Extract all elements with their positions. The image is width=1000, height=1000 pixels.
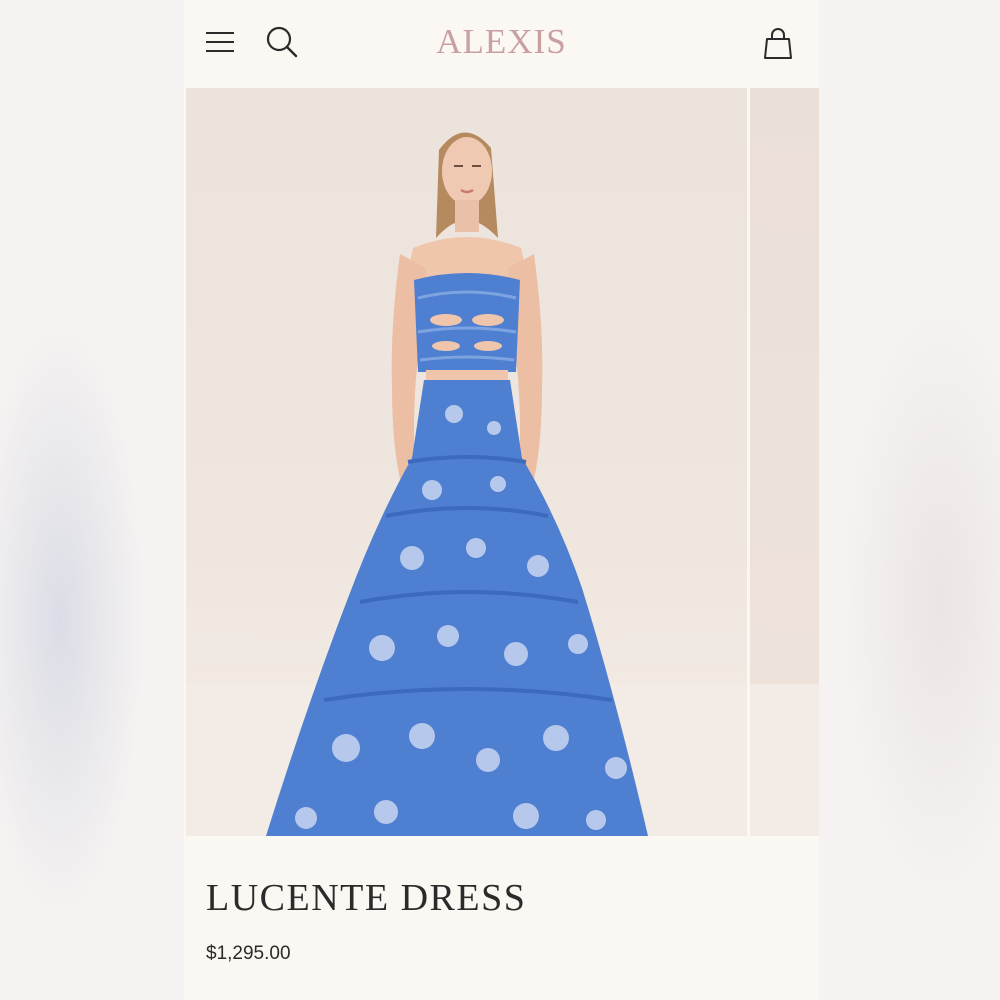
next-product-image[interactable] [750,88,819,836]
site-header: ALEXIS [184,0,819,88]
brand-logo[interactable]: ALEXIS [184,22,819,62]
product-image[interactable] [186,88,747,836]
shopping-bag-icon [763,28,793,60]
product-image-gallery[interactable] [184,88,819,836]
model-in-dress-image [266,132,648,836]
mobile-screen: ALEXIS LUCENTE DRESS $1,295.00 [184,0,819,1000]
cart-button[interactable] [758,24,798,64]
studio-floor [750,684,819,836]
product-title: LUCENTE DRESS [206,877,527,919]
product-price: $1,295.00 [206,943,291,964]
